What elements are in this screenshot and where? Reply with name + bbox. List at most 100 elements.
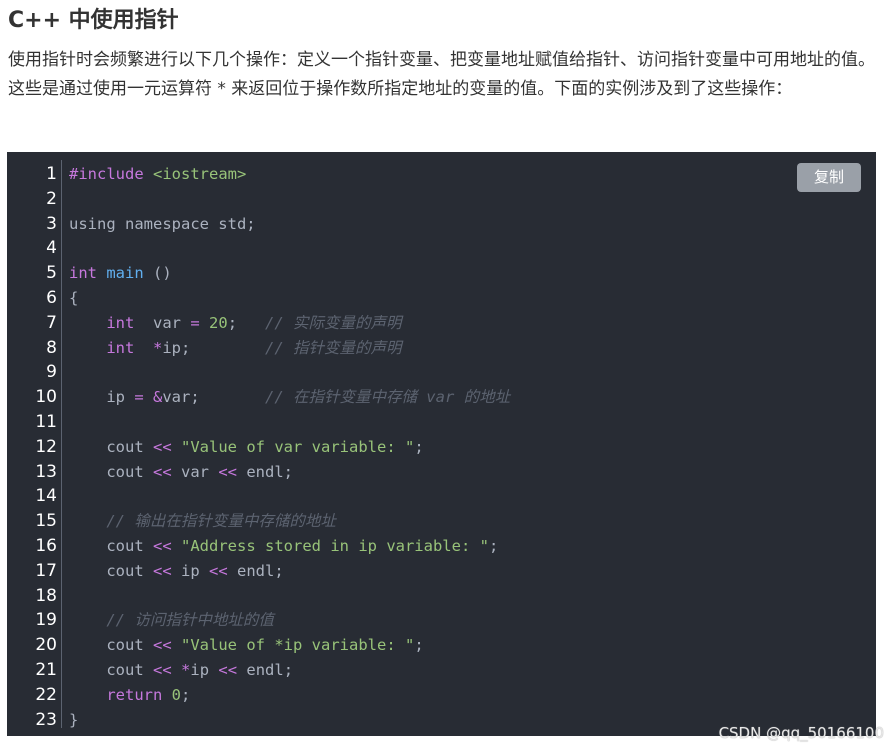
code-line: cout << *ip << endl; xyxy=(69,658,876,683)
type-token: int xyxy=(106,313,135,332)
line-number: 3 xyxy=(46,213,57,234)
code-text: endl; xyxy=(237,462,294,481)
operator-token: << xyxy=(218,660,238,679)
comment-token: // 在指针变量中存储 var 的地址 xyxy=(264,388,511,407)
operator-token: << xyxy=(218,462,238,481)
line-number: 11 xyxy=(35,411,57,432)
line-number: 21 xyxy=(35,659,57,680)
operator-token: * xyxy=(153,338,163,357)
code-line: cout << "Value of var variable: "; xyxy=(69,435,876,460)
operator-token: = & xyxy=(134,388,163,407)
code-line: int var = 20; // 实际变量的声明 xyxy=(69,311,876,336)
code-text: ; xyxy=(181,685,191,704)
code-line: cout << "Address stored in ip variable: … xyxy=(69,534,876,559)
line-number: 13 xyxy=(35,461,57,482)
code-text: cout xyxy=(106,561,153,580)
code-text: var xyxy=(171,462,219,481)
string-token: "Value of *ip variable: " xyxy=(181,636,415,655)
string-token: "Value of var variable: " xyxy=(181,437,415,456)
operator-token: << xyxy=(153,462,172,481)
line-number: 7 xyxy=(46,312,57,333)
code-line: ip = &var; // 在指针变量中存储 var 的地址 xyxy=(69,385,876,410)
line-number: 9 xyxy=(46,362,57,383)
line-number: 19 xyxy=(35,610,57,631)
number-token: 0 xyxy=(171,685,182,704)
line-number: 8 xyxy=(46,337,57,358)
line-number: 16 xyxy=(35,535,57,556)
code-text: ; xyxy=(414,636,424,655)
code-text: cout xyxy=(106,660,153,679)
code-line: cout << var << endl; xyxy=(69,460,876,485)
gutter-divider xyxy=(61,160,62,728)
code-text: cout xyxy=(106,536,153,555)
code-text: ; xyxy=(227,313,266,332)
keyword-token: return xyxy=(106,685,163,704)
line-number: 23 xyxy=(35,709,57,730)
line-number: 4 xyxy=(46,238,57,259)
operator-token: << xyxy=(209,561,228,580)
line-number: 22 xyxy=(35,684,57,705)
line-number: 6 xyxy=(46,287,57,308)
code-line: // 访问指针中地址的值 xyxy=(69,608,876,633)
code-text: ip xyxy=(190,660,219,679)
line-number: 10 xyxy=(35,387,57,408)
code-line: int main () xyxy=(69,261,876,286)
operator-token: = xyxy=(190,313,200,332)
code-line: cout << "Value of *ip variable: "; xyxy=(69,633,876,658)
operator-token: << xyxy=(153,636,172,655)
article-page: C++ 中使用指针 使用指针时会频繁进行以下几个操作：定义一个指针变量、把变量地… xyxy=(0,0,890,750)
code-line: #include <iostream> xyxy=(69,162,876,187)
code-line: return 0; xyxy=(69,683,876,708)
code-text: ; xyxy=(488,536,499,555)
number-token: 20 xyxy=(209,313,228,332)
function-token: main xyxy=(106,264,144,283)
type-token: int xyxy=(69,264,97,283)
copy-button[interactable]: 复制 xyxy=(797,163,861,192)
code-line: cout << ip << endl; xyxy=(69,559,876,584)
code-text: var; xyxy=(162,388,265,407)
line-number: 14 xyxy=(35,486,57,507)
code-line: // 输出在指针变量中存储的地址 xyxy=(69,509,876,534)
line-number: 2 xyxy=(46,188,57,209)
comment-token: // 访问指针中地址的值 xyxy=(106,611,274,630)
line-number: 17 xyxy=(35,560,57,581)
operator-token: * xyxy=(181,660,191,679)
code-lines[interactable]: #include <iostream> using namespace std;… xyxy=(69,162,876,732)
code-block: 1 2 3 4 5 6 7 8 9 10 11 12 13 14 15 16 1… xyxy=(7,152,876,736)
line-number: 12 xyxy=(35,436,57,457)
string-token: "Address stored in ip variable: " xyxy=(181,536,489,555)
code-line: using namespace std; xyxy=(69,214,256,233)
header-token: <iostream> xyxy=(153,165,247,183)
preprocessor-token: #include xyxy=(69,165,144,183)
code-text: endl; xyxy=(237,660,294,679)
code-line: int *ip; // 指针变量的声明 xyxy=(69,336,876,361)
line-number-gutter: 1 2 3 4 5 6 7 8 9 10 11 12 13 14 15 16 1… xyxy=(7,162,57,732)
operator-token: << xyxy=(153,536,172,555)
page-title: C++ 中使用指针 xyxy=(8,8,179,33)
line-number: 18 xyxy=(35,585,57,606)
operator-token: << xyxy=(153,561,172,580)
comment-token: // 实际变量的声明 xyxy=(265,313,402,332)
watermark: CSDN @qq_50166100 xyxy=(718,724,884,742)
code-text: cout xyxy=(106,437,153,456)
code-text: cout xyxy=(106,636,153,655)
code-text: ip xyxy=(106,388,135,407)
line-number: 15 xyxy=(35,511,57,532)
operator-token: << xyxy=(153,437,172,456)
line-number: 5 xyxy=(46,263,57,284)
code-text: ip; xyxy=(162,338,265,357)
code-text: ; xyxy=(414,437,424,456)
line-number: 1 xyxy=(46,164,57,184)
intro-paragraph: 使用指针时会频繁进行以下几个操作：定义一个指针变量、把变量地址赋值给指针、访问指… xyxy=(8,50,875,99)
comment-token: // 输出在指针变量中存储的地址 xyxy=(106,512,336,531)
type-token: int xyxy=(106,338,135,357)
code-text: () xyxy=(143,264,172,283)
comment-token: // 指针变量的声明 xyxy=(265,338,402,357)
